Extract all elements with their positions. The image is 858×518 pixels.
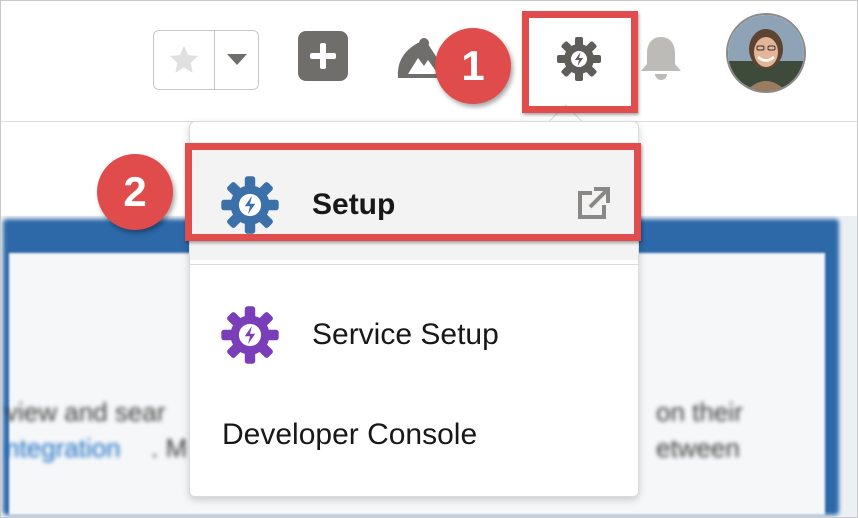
- plus-icon: [310, 43, 336, 69]
- background-link[interactable]: ntegration: [5, 433, 121, 464]
- background-text-line-1-end: on their: [656, 397, 743, 427]
- callout-highlight-2: [185, 143, 641, 241]
- bell-icon: [641, 37, 681, 80]
- background-text-line-2: . M: [151, 433, 188, 463]
- service-setup-label: Service Setup: [312, 318, 499, 351]
- chevron-down-icon: [226, 54, 247, 65]
- favorites-menu-button[interactable]: [215, 31, 258, 89]
- background-text-line-1: view and sear: [5, 397, 166, 427]
- callout-badge-1: 1: [435, 28, 511, 104]
- menu-item-service-setup[interactable]: Service Setup: [190, 280, 638, 390]
- global-header: [1, 1, 857, 122]
- background-text-line-2-end: etween: [656, 433, 740, 463]
- global-actions-button[interactable]: [298, 31, 348, 81]
- app-window: view and sear on their ntegration . M et…: [0, 0, 858, 518]
- callout-badge-2: 2: [97, 154, 173, 230]
- notifications-button[interactable]: [636, 33, 686, 83]
- developer-console-label: Developer Console: [222, 418, 478, 451]
- avatar-photo: [728, 15, 804, 91]
- callout-highlight-1: [522, 11, 638, 113]
- favorites-group: [153, 30, 259, 90]
- menu-divider: [190, 264, 638, 265]
- menu-item-developer-console[interactable]: Developer Console: [190, 390, 638, 480]
- service-setup-gear-icon: [221, 306, 279, 364]
- star-icon: [169, 45, 199, 73]
- favorites-button[interactable]: [154, 31, 215, 89]
- user-avatar[interactable]: [726, 13, 806, 93]
